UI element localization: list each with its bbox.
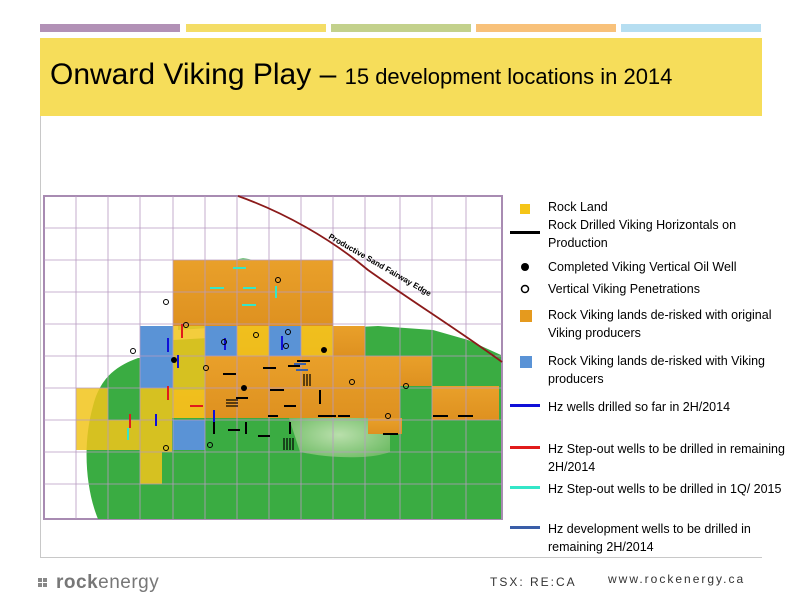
blue-line-icon xyxy=(510,404,540,407)
frame-bottom-line xyxy=(40,557,762,558)
navy-line-icon xyxy=(510,526,540,529)
color-strip-yellow xyxy=(186,24,326,32)
red-line-icon xyxy=(510,446,540,449)
cyan-line-icon xyxy=(510,486,540,489)
legend-label: Hz Step-out wells to be drilled in remai… xyxy=(548,442,785,474)
stock-ticker: TSX: RE:CA xyxy=(490,575,577,589)
orange-square-icon xyxy=(520,310,532,322)
company-logo: rockenergy xyxy=(56,572,159,594)
filled-dot-icon xyxy=(521,263,529,271)
page-title: Onward Viking Play – 15 development loca… xyxy=(50,58,672,92)
legend-label: Hz development wells to be drilled in re… xyxy=(548,522,751,554)
legend-label: Rock Land xyxy=(548,200,608,214)
legend-label: Hz wells drilled so far in 2H/2014 xyxy=(548,400,731,414)
rock-land-icon xyxy=(520,204,530,214)
title-subtitle: 15 development locations in 2014 xyxy=(344,64,673,89)
legend-label: Vertical Viking Penetrations xyxy=(548,282,700,296)
rockenergy-logo-icon xyxy=(38,578,52,588)
legend-label: Rock Viking lands de-risked with Viking … xyxy=(548,354,766,386)
open-circle-icon xyxy=(520,284,530,294)
logo-rock: rock xyxy=(56,572,99,593)
color-strip-blue xyxy=(621,24,761,32)
color-strip-green xyxy=(331,24,471,32)
horizontal-line-icon xyxy=(510,231,540,234)
color-strip-purple xyxy=(40,24,180,32)
color-strip-orange xyxy=(476,24,616,32)
blue-square-icon xyxy=(520,356,532,368)
viking-play-map: Productive Sand Fairway Edge xyxy=(43,195,503,520)
website-url: www.rockenergy.ca xyxy=(608,572,746,586)
legend-label: Rock Viking lands de-risked with origina… xyxy=(548,308,772,340)
title-main: Onward Viking Play – xyxy=(50,58,345,91)
legend-label: Rock Drilled Viking Horizontals on Produ… xyxy=(548,218,737,250)
legend-label: Hz Step-out wells to be drilled in 1Q/ 2… xyxy=(548,482,782,496)
legend-label: Completed Viking Vertical Oil Well xyxy=(548,260,737,274)
logo-energy: energy xyxy=(98,572,160,593)
